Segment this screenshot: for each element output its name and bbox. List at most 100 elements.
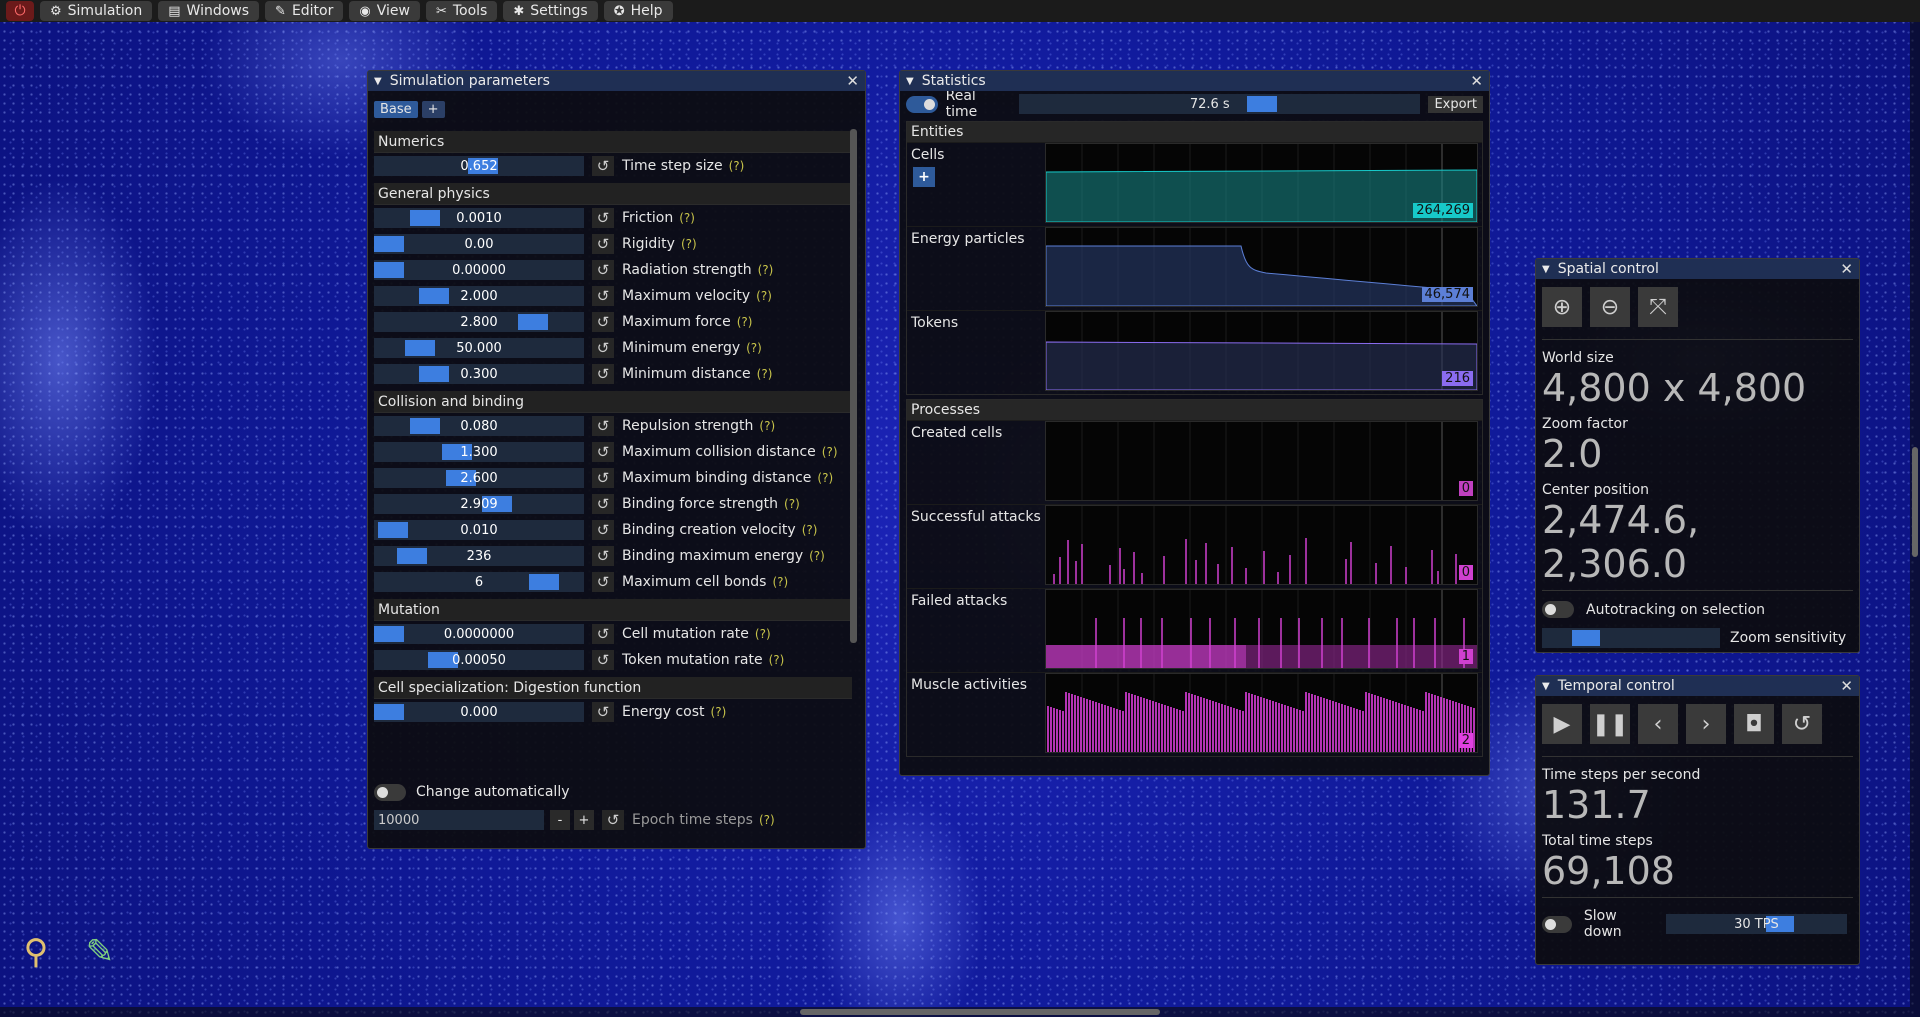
help-marker[interactable]: (?) — [757, 367, 773, 381]
export-button[interactable]: Export — [1428, 95, 1483, 113]
parameter-slider[interactable]: 0.0010 — [374, 208, 584, 228]
reset-icon[interactable]: ↺ — [592, 234, 614, 254]
tab-add[interactable]: + — [421, 101, 445, 118]
help-marker[interactable]: (?) — [729, 159, 745, 173]
parameter-slider[interactable]: 2.909 — [374, 494, 584, 514]
parameter-slider[interactable]: 0.080 — [374, 416, 584, 436]
power-icon[interactable]: ⏻ — [6, 1, 34, 21]
reset-icon[interactable]: ↺ — [592, 442, 614, 462]
parameter-slider[interactable]: 0.300 — [374, 364, 584, 384]
close-icon[interactable]: ✕ — [1470, 72, 1483, 90]
menu-editor[interactable]: ✎ Editor — [265, 1, 344, 21]
collapse-triangle-icon[interactable]: ▼ — [906, 76, 914, 87]
zoom-out-icon[interactable]: ⊖ — [1590, 287, 1630, 327]
bottom-scrollbar[interactable] — [0, 1007, 1920, 1017]
window-title-bar[interactable]: ▼ Spatial control ✕ — [1536, 259, 1859, 279]
reset-icon[interactable]: ↺ — [592, 364, 614, 384]
help-marker[interactable]: (?) — [756, 289, 772, 303]
reset-icon[interactable]: ↺ — [592, 468, 614, 488]
help-marker[interactable]: (?) — [759, 813, 775, 827]
reset-icon[interactable]: ↺ — [592, 520, 614, 540]
tab-base[interactable]: Base — [374, 101, 418, 118]
help-marker[interactable]: (?) — [772, 575, 788, 589]
add-plot-icon[interactable]: + — [913, 167, 935, 187]
menu-simulation[interactable]: ⚙ Simulation — [40, 1, 153, 21]
help-marker[interactable]: (?) — [737, 315, 753, 329]
help-marker[interactable]: (?) — [784, 497, 800, 511]
menu-settings[interactable]: ✱ Settings — [503, 1, 598, 21]
help-marker[interactable]: (?) — [822, 445, 838, 459]
reset-icon[interactable]: ↺ — [592, 702, 614, 722]
help-marker[interactable]: (?) — [746, 341, 762, 355]
help-marker[interactable]: (?) — [817, 471, 833, 485]
menu-view[interactable]: ◉ View — [349, 1, 420, 21]
collapse-triangle-icon[interactable]: ▼ — [374, 76, 382, 87]
parameter-slider[interactable]: 0.00000 — [374, 260, 584, 280]
help-marker[interactable]: (?) — [759, 419, 775, 433]
parameter-slider[interactable]: 2.000 — [374, 286, 584, 306]
window-title-bar[interactable]: ▼ Statistics ✕ — [900, 71, 1489, 91]
play-icon[interactable]: ▶ — [1542, 704, 1582, 744]
reset-icon[interactable]: ↺ — [602, 810, 624, 830]
close-icon[interactable]: ✕ — [1840, 677, 1853, 695]
time-window-slider[interactable]: 72.6 s — [1019, 94, 1421, 114]
stat-plot[interactable]: 46,574 — [1045, 227, 1478, 307]
edit-pencil-icon[interactable]: ✎ — [78, 930, 122, 974]
window-title-bar[interactable]: ▼ Simulation parameters ✕ — [368, 71, 865, 91]
slow-down-slider[interactable]: 30 TPS — [1665, 914, 1847, 934]
reset-icon[interactable]: ↺ — [592, 546, 614, 566]
step-back-icon[interactable]: ‹ — [1638, 704, 1678, 744]
reset-icon[interactable]: ↺ — [592, 156, 614, 176]
parameter-slider[interactable]: 0.652 — [374, 156, 584, 176]
collapse-triangle-icon[interactable]: ▼ — [1542, 264, 1550, 275]
parameter-slider[interactable]: 0.00 — [374, 234, 584, 254]
parameter-slider[interactable]: 2.800 — [374, 312, 584, 332]
stat-plot[interactable]: 216 — [1045, 311, 1478, 391]
reset-icon[interactable]: ↺ — [592, 650, 614, 670]
reset-icon[interactable]: ↺ — [592, 416, 614, 436]
slow-down-toggle[interactable] — [1542, 915, 1572, 933]
fit-to-screen-icon[interactable]: ⤧ — [1638, 287, 1678, 327]
help-marker[interactable]: (?) — [679, 211, 695, 225]
epoch-time-steps-input[interactable]: 10000 — [374, 810, 544, 830]
parameter-slider[interactable]: 2.600 — [374, 468, 584, 488]
menu-windows[interactable]: ▤ Windows — [158, 1, 260, 21]
snapshot-camera-icon[interactable]: ◘ — [1734, 704, 1774, 744]
help-marker[interactable]: (?) — [758, 263, 774, 277]
inspect-icon[interactable]: ⚲ — [14, 930, 58, 974]
parameter-slider[interactable]: 0.0000000 — [374, 624, 584, 644]
section-header[interactable]: Mutation — [374, 599, 852, 621]
reset-icon[interactable]: ↺ — [592, 572, 614, 592]
right-scrollbar[interactable] — [1910, 22, 1920, 1007]
reset-icon[interactable]: ↺ — [592, 286, 614, 306]
collapse-triangle-icon[interactable]: ▼ — [1542, 681, 1550, 692]
reset-icon[interactable]: ↺ — [592, 260, 614, 280]
parameter-slider[interactable]: 0.000 — [374, 702, 584, 722]
autotracking-toggle[interactable] — [1542, 601, 1574, 618]
reset-icon[interactable]: ↺ — [592, 312, 614, 332]
reset-icon[interactable]: ↺ — [592, 208, 614, 228]
help-marker[interactable]: (?) — [769, 653, 785, 667]
change-automatically-toggle[interactable] — [374, 783, 406, 801]
parameter-slider[interactable]: 0.00050 — [374, 650, 584, 670]
help-marker[interactable]: (?) — [681, 237, 697, 251]
help-marker[interactable]: (?) — [711, 705, 727, 719]
section-header[interactable]: Cell specialization: Digestion function — [374, 677, 852, 699]
parameter-slider[interactable]: 236 — [374, 546, 584, 566]
stat-plot[interactable]: 0 — [1045, 505, 1478, 585]
section-header[interactable]: Numerics — [374, 131, 852, 153]
help-marker[interactable]: (?) — [809, 549, 825, 563]
zoom-in-icon[interactable]: ⊕ — [1542, 287, 1582, 327]
stat-plot[interactable]: 2 — [1045, 673, 1478, 753]
restore-icon[interactable]: ↺ — [1782, 704, 1822, 744]
vertical-scrollbar[interactable] — [850, 129, 857, 643]
zoom-sensitivity-slider[interactable] — [1542, 628, 1720, 648]
menu-help[interactable]: ✪ Help — [603, 1, 673, 21]
section-header[interactable]: General physics — [374, 183, 852, 205]
window-title-bar[interactable]: ▼ Temporal control ✕ — [1536, 676, 1859, 696]
menu-tools[interactable]: ✂ Tools — [425, 1, 498, 21]
stat-plot[interactable]: 264,269 — [1045, 143, 1478, 223]
section-header[interactable]: Collision and binding — [374, 391, 852, 413]
step-forward-icon[interactable]: › — [1686, 704, 1726, 744]
reset-icon[interactable]: ↺ — [592, 624, 614, 644]
